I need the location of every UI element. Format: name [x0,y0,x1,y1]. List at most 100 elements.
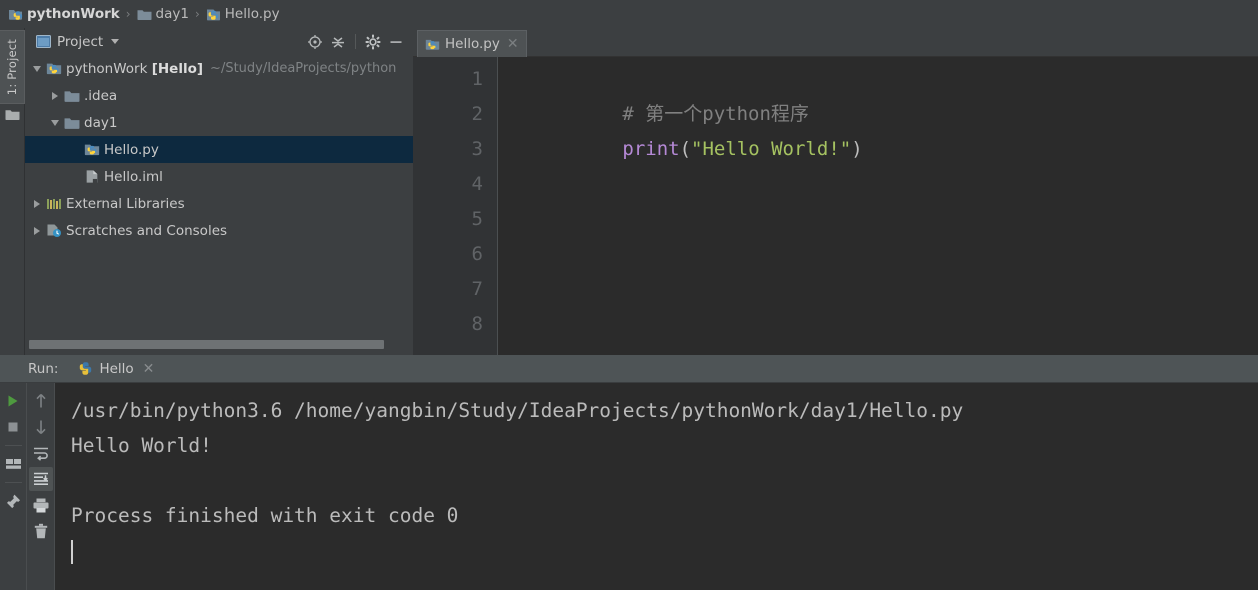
print-icon[interactable] [29,493,53,517]
pin-icon[interactable] [1,489,25,513]
breadcrumb-item-day1[interactable]: day1 [137,6,189,22]
console-line-output: Hello World! [71,434,212,457]
tree-label-pythonwork: pythonWork [Hello] [66,60,204,77]
gear-icon[interactable] [363,32,383,52]
scratches-icon [45,223,62,239]
breadcrumb-item-file[interactable]: Hello.py [206,6,280,22]
console-line-status: Process finished with exit code 0 [71,504,459,527]
run-panel: Run: Hello ✕ /usr/bin/python3.6 /home/ya… [0,355,1258,590]
toolbar-divider [4,482,22,483]
code-token-lparen: ( [679,138,692,160]
restore-layout-icon[interactable] [1,452,25,476]
python-project-icon [45,61,62,77]
folder-icon [63,115,80,131]
code-editor[interactable]: 1 2 3 4 5 6 7 8 # 第一个python程序 print("Hel… [413,57,1258,355]
code-token-func: print [622,138,680,160]
run-panel-label: Run: [28,360,59,377]
arrow-down-icon[interactable] [29,415,53,439]
run-panel-body: /usr/bin/python3.6 /home/yangbin/Study/I… [0,383,1258,590]
tree-item-hello-iml[interactable]: Hello.iml [25,163,413,190]
tree-item-external-libraries[interactable]: External Libraries [25,190,413,217]
tree-label-hello-py: Hello.py [104,141,159,158]
line-number: 8 [471,313,483,335]
arrow-up-icon[interactable] [29,389,53,413]
folder-icon[interactable] [5,108,20,121]
code-text[interactable]: # 第一个python程序 print("Hello World!") [498,57,1258,355]
project-panel-header: Project [25,28,413,55]
tree-item-hello-py[interactable]: Hello.py [25,136,413,163]
minimize-icon[interactable] [386,32,406,52]
breadcrumb-label-file: Hello.py [224,6,280,22]
console-line-command: /usr/bin/python3.6 /home/yangbin/Study/I… [71,399,964,422]
line-number: 6 [471,243,483,265]
close-icon[interactable]: ✕ [507,36,519,52]
project-tree: pythonWork [Hello] ~/Study/IdeaProjects/… [25,55,413,343]
tab-hello-py[interactable]: Hello.py ✕ [417,30,527,57]
scroll-from-source-icon[interactable] [305,32,325,52]
python-icon [80,362,92,375]
run-panel-header: Run: Hello ✕ [0,355,1258,383]
stop-icon[interactable] [1,415,25,439]
tree-item-day1[interactable]: day1 [25,109,413,136]
toolbar-divider [4,445,22,446]
project-tree-scrollbar-thumb[interactable] [29,340,384,349]
chevron-down-icon[interactable] [29,55,45,82]
folder-icon [137,9,152,20]
chevron-down-icon[interactable] [111,39,120,44]
tree-label-day1: day1 [84,114,118,131]
python-file-icon [425,39,440,50]
breadcrumb-separator-2: › [194,7,200,21]
line-number: 3 [471,138,483,160]
chevron-right-icon[interactable] [29,217,45,244]
tree-item-pythonwork[interactable]: pythonWork [Hello] ~/Study/IdeaProjects/… [25,55,413,82]
chevron-right-icon[interactable] [47,82,63,109]
run-tab-hello[interactable]: Hello ✕ [78,361,154,377]
tree-item-idea[interactable]: .idea [25,82,413,109]
project-tool-label: 1: Project [5,38,19,96]
scroll-to-end-icon[interactable] [28,467,53,491]
tree-label-external-libraries: External Libraries [66,195,185,212]
chevron-right-icon[interactable] [29,190,45,217]
code-token-string: "Hello World!" [691,138,852,160]
left-tool-strip: 1: Project [0,28,25,355]
breadcrumb-item-project[interactable]: pythonWork [8,6,120,22]
line-number-gutter: 1 2 3 4 5 6 7 8 [413,57,498,355]
code-token-rparen: ) [851,138,863,160]
line-number: 7 [471,278,483,300]
run-icon[interactable] [1,389,25,413]
tab-label-hello-py: Hello.py [445,36,500,52]
iml-file-icon [83,169,100,185]
close-icon[interactable]: ✕ [143,361,155,377]
python-file-icon [83,142,100,158]
tree-label-hello-iml: Hello.iml [104,168,163,185]
editor-tabs: Hello.py ✕ [413,28,1258,57]
project-window-icon [36,35,51,48]
sidebar-item-project-tab[interactable]: 1: Project [0,30,25,104]
line-number: 1 [471,68,483,90]
soft-wrap-icon[interactable] [29,441,53,465]
breadcrumb-label-day1: day1 [155,6,189,22]
trash-icon[interactable] [29,519,53,543]
tree-item-scratches[interactable]: Scratches and Consoles [25,217,413,244]
project-panel-toolbar [305,28,406,55]
tree-label-scratches: Scratches and Consoles [66,222,228,239]
editor-area: Hello.py ✕ 1 2 3 4 5 6 7 8 # 第一个python程序 [413,28,1258,355]
tree-label-idea: .idea [84,87,118,104]
line-number: 4 [471,173,483,195]
run-console-output[interactable]: /usr/bin/python3.6 /home/yangbin/Study/I… [54,383,1258,590]
line-number: 5 [471,208,483,230]
project-tree-scrollbar-track[interactable] [25,340,413,353]
project-panel: Project pythonWork [Hello] ~/Study/IdeaP… [25,28,413,355]
project-panel-title: Project [57,33,104,50]
tree-path-pythonwork: ~/Study/IdeaProjects/python [210,61,397,76]
collapse-all-icon[interactable] [328,32,348,52]
code-token-comment: # 第一个python程序 [622,103,809,125]
text-caret [71,539,73,564]
breadcrumb-label-project: pythonWork [27,6,120,22]
chevron-down-icon[interactable] [47,109,63,136]
